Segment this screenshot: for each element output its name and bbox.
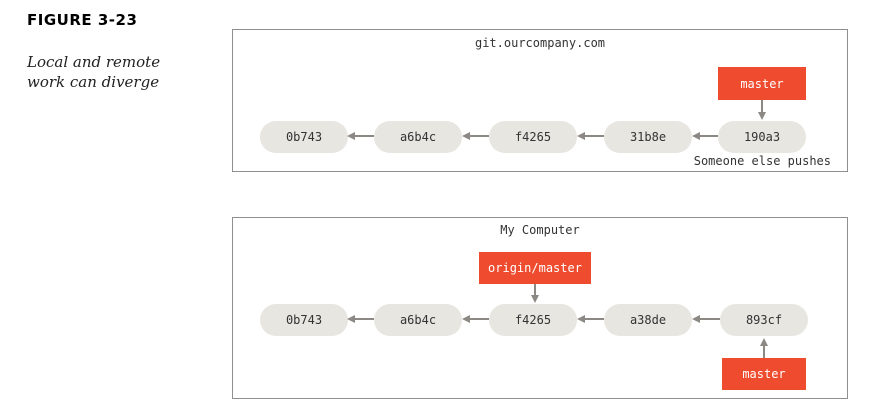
remote-arrow-4-head xyxy=(692,132,700,140)
origin-master-pointer-line xyxy=(534,284,536,295)
local-commit-5: 893cf xyxy=(720,304,808,336)
remote-arrow-4-line xyxy=(700,135,718,137)
local-repo-panel: My Computer origin/master 0b743 a6b4c f4… xyxy=(232,217,848,399)
remote-arrow-2-head xyxy=(462,132,470,140)
local-arrow-3-line xyxy=(585,318,604,320)
local-arrow-2-line xyxy=(470,318,489,320)
remote-commit-3: f4265 xyxy=(489,121,577,153)
local-commit-3: f4265 xyxy=(489,304,577,336)
remote-master-pointer-head xyxy=(758,112,766,120)
local-commit-4: a38de xyxy=(604,304,692,336)
remote-arrow-1-line xyxy=(355,135,374,137)
local-arrow-1-line xyxy=(355,318,374,320)
remote-commit-4: 31b8e xyxy=(604,121,692,153)
local-master-pointer-head xyxy=(760,338,768,346)
remote-master-pointer-line xyxy=(761,100,763,112)
remote-panel-note: Someone else pushes xyxy=(693,154,831,168)
local-panel-title: My Computer xyxy=(500,223,580,237)
remote-repo-panel: git.ourcompany.com 0b743 a6b4c f4265 31b… xyxy=(232,29,848,172)
local-arrow-4-line xyxy=(700,318,720,320)
local-master-pointer-line xyxy=(763,346,765,358)
local-arrow-2-head xyxy=(462,315,470,323)
remote-commit-2: a6b4c xyxy=(374,121,462,153)
figure-caption: Local and remote work can diverge xyxy=(27,53,161,91)
remote-arrow-3-line xyxy=(585,135,604,137)
figure-label: FIGURE 3-23 xyxy=(27,11,138,29)
remote-master-ref: master xyxy=(718,67,806,100)
remote-arrow-1-head xyxy=(347,132,355,140)
remote-commit-5: 190a3 xyxy=(718,121,806,153)
local-master-ref: master xyxy=(722,358,806,390)
origin-master-ref: origin/master xyxy=(479,252,591,284)
remote-commit-1: 0b743 xyxy=(260,121,348,153)
local-arrow-1-head xyxy=(347,315,355,323)
local-commit-1: 0b743 xyxy=(260,304,348,336)
origin-master-pointer-head xyxy=(531,295,539,303)
local-arrow-4-head xyxy=(692,315,700,323)
remote-arrow-2-line xyxy=(470,135,489,137)
remote-arrow-3-head xyxy=(577,132,585,140)
local-arrow-3-head xyxy=(577,315,585,323)
remote-panel-title: git.ourcompany.com xyxy=(474,36,606,50)
local-commit-2: a6b4c xyxy=(374,304,462,336)
